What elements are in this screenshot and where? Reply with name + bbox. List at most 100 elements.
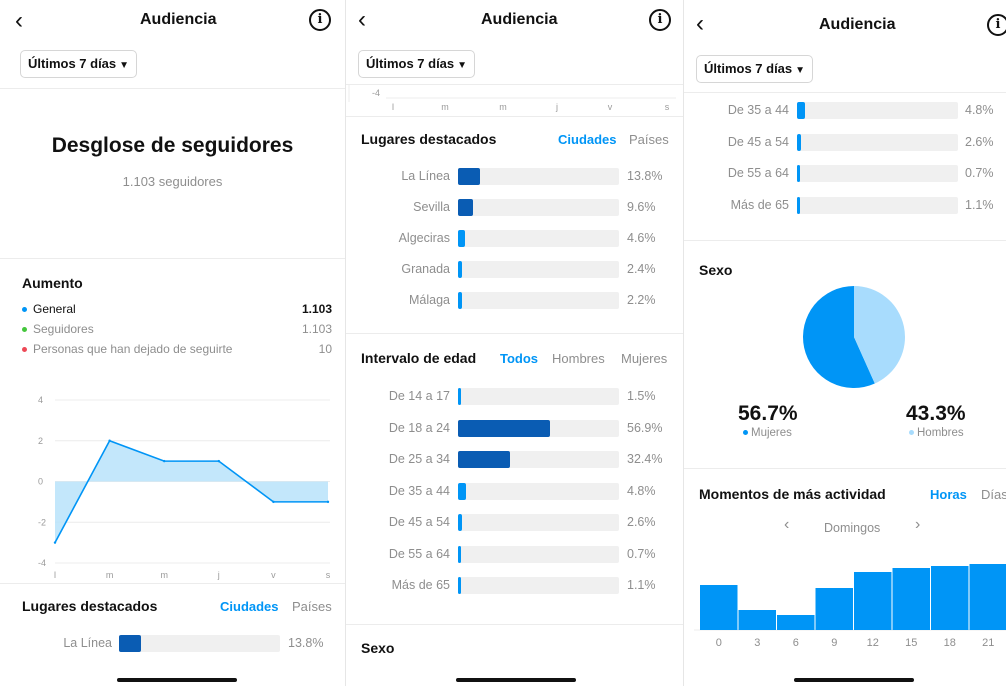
- growth-point: [217, 459, 220, 463]
- age-title: Intervalo de edad: [361, 350, 477, 366]
- bar-fill: [458, 168, 481, 185]
- home-indicator: [456, 678, 576, 682]
- activity-bar: [892, 568, 930, 630]
- tab-countries[interactable]: Países: [292, 599, 332, 614]
- date-range-dropdown[interactable]: Últimos 7 días ▼: [20, 50, 138, 78]
- x-tick-label: s: [665, 102, 670, 112]
- x-tick-label: m: [499, 102, 507, 112]
- day-label: Domingos: [824, 521, 881, 535]
- bar-label: Málaga: [409, 293, 450, 307]
- women-percent: 56.7%: [738, 402, 798, 425]
- age-row: Más de 65 1.1%: [684, 196, 1006, 214]
- age-row: De 35 a 44 4.8%: [684, 102, 1006, 119]
- bar-track: [458, 388, 619, 405]
- x-tick-label: j: [217, 570, 220, 580]
- gender-pie-chart: [803, 286, 905, 388]
- bar-value: 1.1%: [627, 578, 656, 592]
- bar-track: [458, 292, 619, 309]
- date-range-label: Últimos 7 días: [28, 56, 117, 71]
- hour-label: 0: [716, 637, 722, 649]
- growth-label: Seguidores: [33, 322, 94, 336]
- chevron-down-icon: ▼: [119, 60, 130, 71]
- hour-label: 6: [793, 637, 799, 649]
- growth-title: Aumento: [22, 275, 83, 291]
- bar-fill: [797, 133, 802, 151]
- bar-fill: [458, 451, 511, 468]
- y-tick-label: 0: [38, 477, 43, 487]
- gender-title: Sexo: [361, 640, 395, 656]
- chevron-left-icon[interactable]: ‹: [784, 516, 789, 534]
- activity-bar: [969, 564, 1006, 630]
- growth-label: General: [33, 302, 76, 316]
- activity-bar: [815, 588, 853, 630]
- bar-track: [458, 199, 619, 216]
- bar-label: Sevilla: [413, 200, 450, 214]
- y-tick-label: 4: [38, 395, 43, 405]
- bar-value: 1.5%: [627, 389, 656, 403]
- x-tick-label: v: [608, 102, 613, 112]
- bar-value: 0.7%: [965, 166, 994, 180]
- back-icon[interactable]: ‹: [696, 12, 704, 36]
- tab-cities[interactable]: Ciudades: [220, 599, 279, 614]
- info-icon[interactable]: i: [649, 9, 671, 31]
- x-tick-label: m: [106, 570, 114, 580]
- bar-value: 4.8%: [965, 103, 994, 117]
- tab-cities[interactable]: Ciudades: [558, 132, 617, 147]
- bar-label: La Línea: [401, 169, 450, 183]
- men-dot: [909, 430, 914, 436]
- growth-row-followers: Seguidores 1.103: [22, 322, 332, 336]
- place-row: Algeciras 4.6%: [346, 230, 683, 247]
- women-legend: Mujeres: [743, 427, 792, 439]
- tab-days[interactable]: Días: [981, 487, 1006, 502]
- bar-track: [458, 261, 619, 278]
- tab-hours[interactable]: Horas: [930, 487, 967, 502]
- tab-women[interactable]: Mujeres: [621, 351, 667, 366]
- bar-track: [458, 419, 619, 437]
- growth-row-unfollowed: Personas que han dejado de seguirte 10: [22, 342, 332, 356]
- bar-label: Algeciras: [398, 231, 450, 245]
- x-tick-label: l: [392, 102, 394, 112]
- bar-fill: [458, 482, 466, 500]
- y-tick-label: -2: [38, 517, 46, 527]
- info-icon[interactable]: i: [987, 14, 1006, 36]
- age-row: De 55 a 64 0.7%: [346, 545, 683, 563]
- chevron-right-icon[interactable]: ›: [915, 516, 920, 534]
- tab-all[interactable]: Todos: [500, 351, 538, 366]
- bar-track: [458, 514, 619, 531]
- bar-label: Granada: [401, 262, 450, 276]
- growth-point: [53, 541, 57, 544]
- age-row: De 18 a 24 56.9%: [346, 419, 683, 437]
- place-row: La Línea 13.8%: [0, 635, 345, 652]
- home-indicator: [117, 678, 237, 682]
- page-title: Audiencia: [819, 16, 896, 33]
- bar-label: De 55 a 64: [727, 166, 789, 180]
- panel-3: ‹ Audiencia i Últimos 7 días ▼ De 35 a 44…: [683, 0, 1006, 686]
- back-icon[interactable]: ‹: [15, 9, 23, 33]
- activity-title: Momentos de más actividad: [699, 486, 886, 502]
- bar-fill: [119, 635, 142, 652]
- place-row: La Línea 13.8%: [346, 168, 683, 185]
- age-row: De 45 a 54 2.6%: [684, 133, 1006, 151]
- date-range-dropdown[interactable]: Últimos 7 días ▼: [696, 55, 814, 83]
- growth-row-general: General 1.103: [22, 302, 332, 316]
- bar-label: De 35 a 44: [388, 483, 450, 498]
- hour-label: 21: [982, 637, 994, 649]
- date-range-label: Últimos 7 días: [366, 56, 455, 71]
- men-label: Hombres: [917, 427, 964, 439]
- activity-bar: [854, 572, 892, 630]
- tab-men[interactable]: Hombres: [552, 351, 605, 366]
- date-range-dropdown[interactable]: Últimos 7 días ▼: [358, 50, 476, 78]
- men-percent: 43.3%: [906, 402, 966, 425]
- bar-value: 4.6%: [627, 231, 656, 245]
- general-dot: [22, 307, 27, 313]
- x-tick-label: m: [160, 570, 168, 580]
- growth-value: 1.103: [301, 302, 332, 316]
- x-tick-label: s: [326, 570, 331, 580]
- back-icon[interactable]: ‹: [358, 8, 366, 32]
- y-tick-label: -4: [372, 88, 380, 98]
- tab-countries[interactable]: Países: [629, 132, 669, 147]
- panel-2: ‹ Audiencia i Últimos 7 días ▼ -4 l m m j v s L…: [345, 0, 683, 686]
- info-icon[interactable]: i: [309, 9, 331, 31]
- age-row: De 25 a 34 32.4%: [346, 451, 683, 468]
- age-row: Más de 65 1.1%: [346, 577, 683, 594]
